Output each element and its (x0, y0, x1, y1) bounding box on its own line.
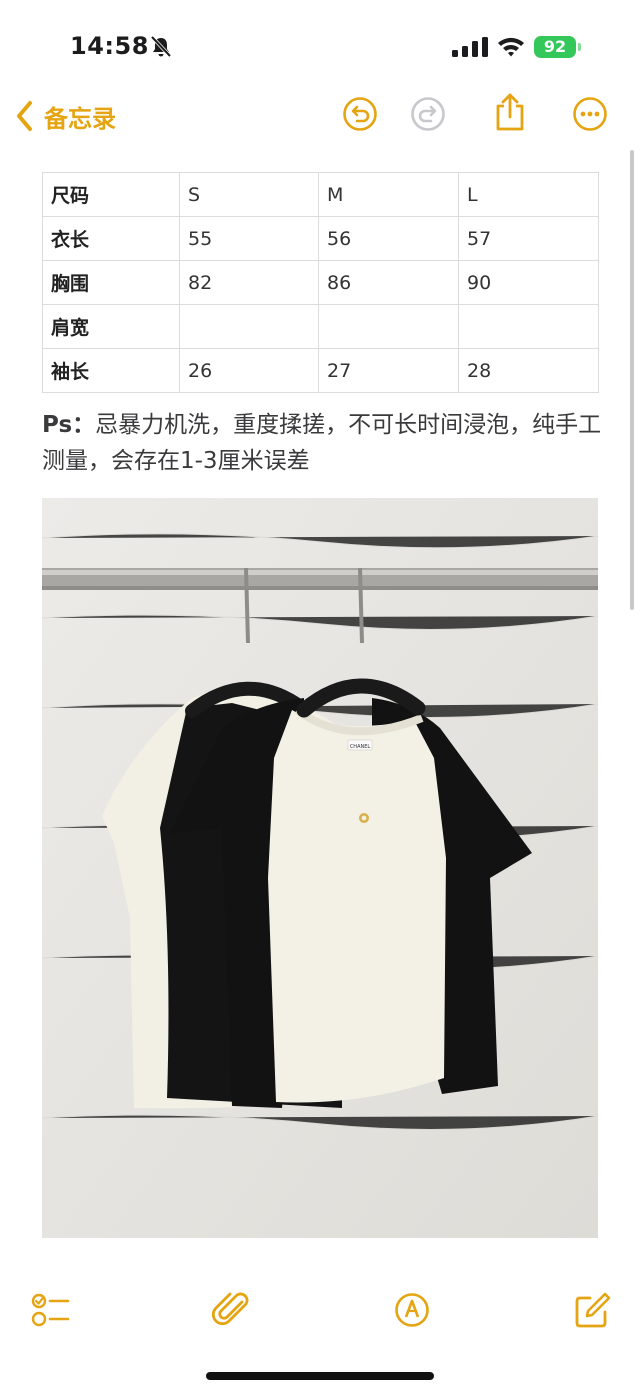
table-cell[interactable] (318, 304, 459, 349)
battery-level: 92 (543, 37, 567, 56)
note-text[interactable]: Ps：忌暴力机洗，重度揉搓，不可长时间浸泡，纯手工测量，会存在1-3厘米误差 (42, 407, 602, 479)
paperclip-icon[interactable] (212, 1290, 252, 1330)
cellular-signal-icon (452, 37, 488, 57)
table-cell[interactable]: 82 (179, 260, 319, 305)
table-cell[interactable]: 袖长 (42, 348, 180, 393)
table-row: 衣长 55 56 57 (42, 216, 599, 261)
back-label: 备忘录 (44, 104, 116, 133)
wifi-icon (498, 37, 524, 57)
table-cell[interactable]: 28 (458, 348, 599, 393)
table-cell[interactable]: 胸围 (42, 260, 180, 305)
table-cell[interactable] (458, 304, 599, 349)
tshirt-photo-illustration: CHANEL (42, 498, 598, 1238)
bottom-toolbar (0, 1290, 640, 1334)
table-cell[interactable]: 27 (318, 348, 459, 393)
redo-icon[interactable] (410, 96, 446, 132)
more-icon[interactable] (572, 96, 608, 132)
pen-tip-icon[interactable] (392, 1290, 432, 1330)
chevron-left-icon (17, 101, 32, 131)
home-indicator[interactable] (206, 1372, 434, 1380)
table-header-cell[interactable]: S (179, 172, 319, 217)
note-body: 忌暴力机洗，重度揉搓，不可长时间浸泡，纯手工测量，会存在1-3厘米误差 (42, 412, 602, 474)
table-header-cell[interactable]: M (318, 172, 459, 217)
status-time: 14:58 (70, 32, 149, 60)
battery-indicator: 92 (534, 36, 584, 58)
compose-icon[interactable] (572, 1290, 612, 1330)
table-row: 胸围 82 86 90 (42, 260, 599, 305)
bell-slash-icon (150, 36, 172, 58)
table-cell[interactable]: 56 (318, 216, 459, 261)
size-table: 尺码 S M L 衣长 55 56 57 胸围 82 86 90 肩宽 袖长 2… (42, 172, 599, 393)
table-cell[interactable]: 86 (318, 260, 459, 305)
garment-label: CHANEL (350, 744, 371, 750)
product-photo[interactable]: CHANEL (42, 498, 598, 1238)
table-header-cell[interactable]: L (458, 172, 599, 217)
table-cell[interactable]: 肩宽 (42, 304, 180, 349)
battery-cap (578, 43, 581, 51)
table-row: 肩宽 (42, 304, 599, 349)
back-button[interactable]: 备忘录 (16, 98, 116, 134)
table-row: 袖长 26 27 28 (42, 348, 599, 393)
table-cell[interactable] (179, 304, 319, 349)
table-cell[interactable]: 衣长 (42, 216, 180, 261)
undo-icon[interactable] (342, 96, 378, 132)
table-cell[interactable]: 26 (179, 348, 319, 393)
status-bar: 14:58 92 (0, 0, 640, 84)
navigation-bar: 备忘录 (0, 84, 640, 148)
table-cell[interactable]: 55 (179, 216, 319, 261)
share-icon[interactable] (492, 92, 528, 132)
scrollbar[interactable] (630, 150, 634, 610)
table-cell[interactable]: 90 (458, 260, 599, 305)
note-prefix: Ps： (42, 412, 96, 438)
table-header-row: 尺码 S M L (42, 172, 599, 217)
table-header-cell[interactable]: 尺码 (42, 172, 180, 217)
table-cell[interactable]: 57 (458, 216, 599, 261)
checklist-icon[interactable] (30, 1290, 70, 1330)
